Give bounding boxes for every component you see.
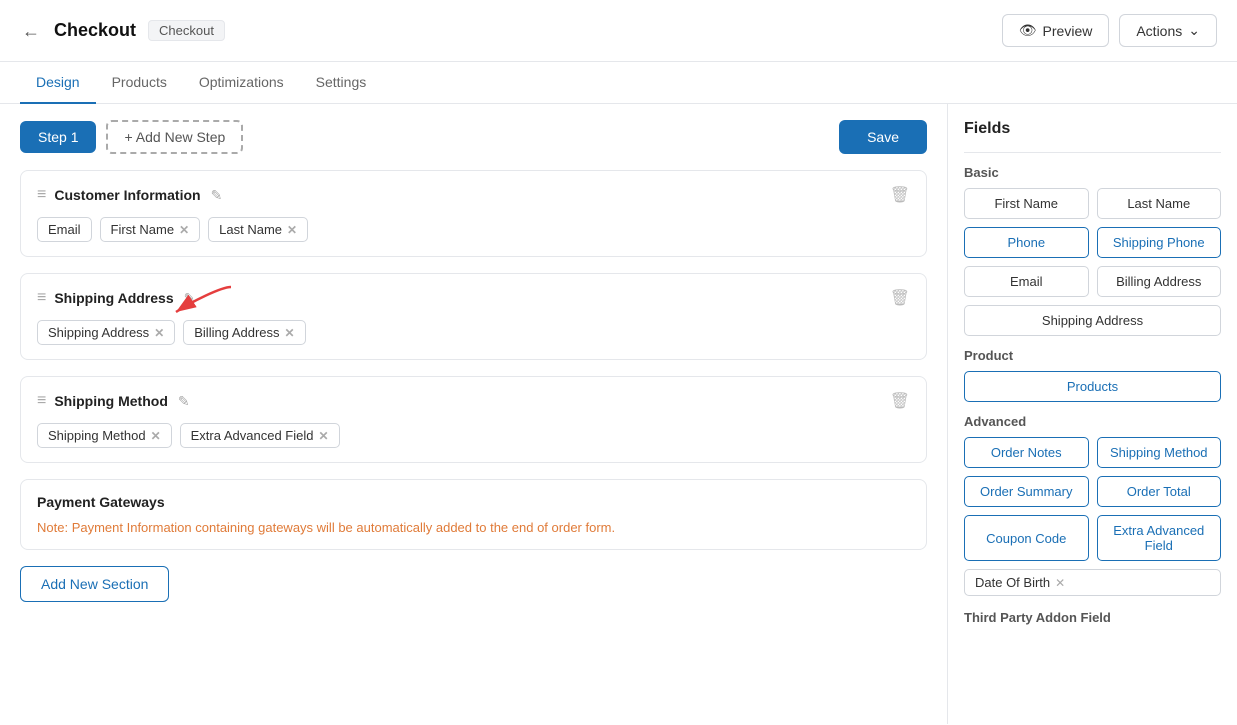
field-btn-products[interactable]: Products [964,371,1221,402]
drag-icon[interactable]: ≡ [37,186,46,204]
delete-icon[interactable]: 🗑 [890,391,910,411]
fields-panel-title: Fields [964,120,1221,138]
step-1-button[interactable]: Step 1 [20,121,96,153]
field-btn-order-notes[interactable]: Order Notes [964,437,1089,468]
main-content: Step 1 + Add New Step Save ≡ Customer In… [0,104,1237,724]
field-billing-address: Billing Address ✕ [183,320,305,345]
actions-button[interactable]: Actions ⌄ [1119,14,1217,47]
page-title: Checkout [54,20,136,41]
delete-icon[interactable]: 🗑 [890,185,910,205]
field-btn-extra-advanced-panel[interactable]: Extra Advanced Field [1097,515,1222,561]
product-fields-grid: Products [964,371,1221,402]
section-title: Customer Information [54,187,200,203]
field-shipping-address: Shipping Address ✕ [37,320,175,345]
tab-products[interactable]: Products [96,62,183,104]
field-shipping-method: Shipping Method ✕ [37,423,172,448]
tab-settings[interactable]: Settings [300,62,383,104]
field-btn-order-summary[interactable]: Order Summary [964,476,1089,507]
section-header: ≡ Customer Information ✎ 🗑 [37,185,910,205]
delete-icon[interactable]: 🗑 [890,288,910,308]
remove-billing-address[interactable]: ✕ [285,326,295,340]
left-panel: Step 1 + Add New Step Save ≡ Customer In… [0,104,947,724]
chevron-down-icon: ⌄ [1188,22,1200,39]
payment-title: Payment Gateways [37,494,910,510]
basic-label: Basic [964,165,1221,180]
section-shipping-method: ≡ Shipping Method ✎ 🗑 Shipping Method ✕ … [20,376,927,463]
payment-gateways-section: Payment Gateways Note: Payment Informati… [20,479,927,550]
field-email: Email [37,217,92,242]
field-btn-first-name[interactable]: First Name [964,188,1089,219]
add-section-button[interactable]: Add New Section [20,566,169,602]
drag-icon[interactable]: ≡ [37,392,46,410]
remove-first-name[interactable]: ✕ [179,223,189,237]
section-fields: Shipping Address ✕ Billing Address ✕ [37,320,910,345]
section-header: ≡ Shipping Address ✎ 🗑 [37,288,910,308]
header: ← Checkout Checkout 👁 Preview Actions ⌄ [0,0,1237,62]
date-of-birth-container: Date Of Birth ✕ [964,569,1221,596]
section-customer-information: ≡ Customer Information ✎ 🗑 Email First N… [20,170,927,257]
product-label: Product [964,348,1221,363]
field-btn-last-name[interactable]: Last Name [1097,188,1222,219]
divider [964,152,1221,153]
right-panel: Fields Basic First Name Last Name Phone … [947,104,1237,724]
payment-note: Note: Payment Information containing gat… [37,520,910,535]
field-btn-billing-address[interactable]: Billing Address [1097,266,1222,297]
field-first-name: First Name ✕ [100,217,201,242]
section-title: Shipping Method [54,393,168,409]
drag-icon[interactable]: ≡ [37,289,46,307]
header-actions: 👁 Preview Actions ⌄ [1002,14,1217,47]
basic-fields-grid: First Name Last Name Phone Shipping Phon… [964,188,1221,336]
field-btn-shipping-method-panel[interactable]: Shipping Method [1097,437,1222,468]
field-btn-email[interactable]: Email [964,266,1089,297]
remove-shipping-address[interactable]: ✕ [154,326,164,340]
tab-design[interactable]: Design [20,62,96,104]
advanced-fields-grid: Order Notes Shipping Method Order Summar… [964,437,1221,561]
remove-shipping-method[interactable]: ✕ [151,429,161,443]
remove-extra-advanced[interactable]: ✕ [319,429,329,443]
advanced-label: Advanced [964,414,1221,429]
field-tag-date-of-birth: Date Of Birth ✕ [964,569,1221,596]
section-title: Shipping Address [54,290,173,306]
section-header: ≡ Shipping Method ✎ 🗑 [37,391,910,411]
preview-button[interactable]: 👁 Preview [1002,14,1110,47]
header-badge: Checkout [148,20,225,41]
section-shipping-address: ≡ Shipping Address ✎ 🗑 Shipping Address [20,273,927,360]
third-party-label: Third Party Addon Field [964,610,1221,625]
remove-date-of-birth[interactable]: ✕ [1055,576,1065,590]
section-fields: Shipping Method ✕ Extra Advanced Field ✕ [37,423,910,448]
save-button[interactable]: Save [839,120,927,154]
back-button[interactable]: ← [20,20,42,42]
field-extra-advanced: Extra Advanced Field ✕ [180,423,340,448]
add-step-button[interactable]: + Add New Step [106,120,243,154]
tabs: Design Products Optimizations Settings [0,62,1237,104]
field-btn-shipping-address[interactable]: Shipping Address [964,305,1221,336]
field-btn-shipping-phone[interactable]: Shipping Phone [1097,227,1222,258]
edit-icon[interactable]: ✎ [211,187,223,204]
section-fields: Email First Name ✕ Last Name ✕ [37,217,910,242]
remove-last-name[interactable]: ✕ [287,223,297,237]
field-btn-order-total[interactable]: Order Total [1097,476,1222,507]
field-btn-coupon-code[interactable]: Coupon Code [964,515,1089,561]
eye-icon: 👁 [1019,22,1037,39]
tab-optimizations[interactable]: Optimizations [183,62,300,104]
edit-icon[interactable]: ✎ [184,290,196,307]
field-btn-phone[interactable]: Phone [964,227,1089,258]
field-last-name: Last Name ✕ [208,217,308,242]
step-bar: Step 1 + Add New Step Save [20,120,927,154]
edit-icon[interactable]: ✎ [178,393,190,410]
